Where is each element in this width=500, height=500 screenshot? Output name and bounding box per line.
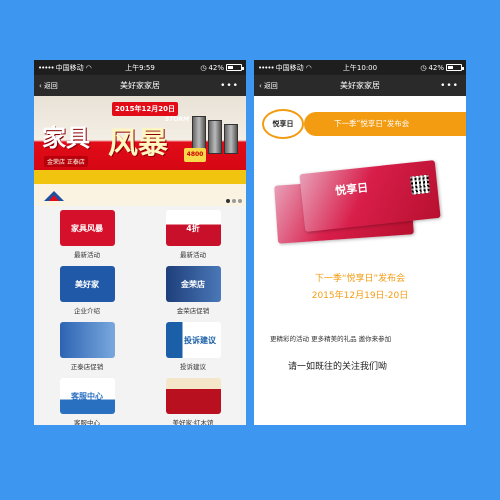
battery-icon bbox=[446, 64, 464, 71]
back-button[interactable]: ‹ 返回 bbox=[259, 75, 278, 96]
wifi-icon: ◠ bbox=[305, 63, 312, 72]
ticket-image: 悦享日 悦享日 bbox=[254, 153, 466, 263]
tile-thumbnail: 4折 bbox=[165, 210, 221, 246]
more-menu-button[interactable]: ••• bbox=[440, 75, 459, 96]
tile-thumbnail bbox=[165, 378, 221, 414]
banner-strip bbox=[34, 170, 246, 184]
tile-label: 最新活动 bbox=[180, 251, 206, 259]
tile-label: 最新活动 bbox=[74, 251, 100, 259]
pager-dot[interactable] bbox=[226, 199, 230, 203]
pager-dot[interactable] bbox=[238, 199, 242, 203]
menu-tile[interactable]: 家具风暴 最新活动 bbox=[34, 206, 140, 262]
menu-tile[interactable]: 美好家·红木馆 bbox=[140, 374, 246, 425]
event-tagline: 更精彩的活动 更多精美的礼品 邀你来参加 bbox=[270, 335, 392, 343]
tile-label: 投诉建议 bbox=[180, 363, 206, 371]
battery-percent: 42% bbox=[208, 63, 224, 72]
tile-label: 金荣店促销 bbox=[176, 307, 210, 315]
tile-thumbnail: 家具风暴 bbox=[59, 210, 115, 246]
tile-label: 客服中心 bbox=[74, 419, 100, 425]
brand-logo-icon bbox=[44, 191, 64, 201]
page-title: 美好家家居 bbox=[120, 81, 160, 90]
menu-grid: 家具风暴 最新活动 4折 最新活动 美好家 企业介绍 金荣店 金荣店促销 正泰店… bbox=[34, 206, 246, 425]
fridge-image bbox=[224, 124, 238, 154]
signal-icon: ••••• bbox=[38, 63, 55, 72]
alarm-icon: ◷ bbox=[200, 63, 207, 72]
carousel-pager[interactable] bbox=[226, 199, 242, 203]
battery-icon bbox=[226, 64, 244, 71]
pager-dot[interactable] bbox=[232, 199, 236, 203]
left-phone-screen: ••••• 中国移动 ◠ 上午9:59 ◷ 42% ‹ 返回 美好家家居 ••• 201… bbox=[34, 60, 246, 425]
menu-tile[interactable]: 金荣店 金荣店促销 bbox=[140, 262, 246, 318]
event-title: 下一季“悦享日”发布会 bbox=[314, 274, 406, 284]
ticket-card: 悦享日 bbox=[299, 160, 441, 232]
battery-percent: 42% bbox=[428, 63, 444, 72]
menu-tile[interactable]: 投诉建议 投诉建议 bbox=[140, 318, 246, 374]
tile-thumbnail: 客服中心 bbox=[59, 378, 115, 414]
menu-tile[interactable]: 美好家 企业介绍 bbox=[34, 262, 140, 318]
chevron-left-icon: ‹ bbox=[259, 81, 262, 90]
carrier-name: 中国移动 bbox=[275, 63, 304, 72]
promo-banner[interactable]: 2015年12月20日 STORM 家具 风暴 4800 金荣店 正泰店 bbox=[34, 96, 246, 206]
wifi-icon: ◠ bbox=[85, 63, 92, 72]
page-title: 美好家家居 bbox=[340, 81, 380, 90]
more-menu-button[interactable]: ••• bbox=[220, 75, 239, 96]
nav-bar: ‹ 返回 美好家家居 ••• bbox=[34, 75, 246, 96]
nav-bar: ‹ 返回 美好家家居 ••• bbox=[254, 75, 466, 96]
banner-date: 2015年12月20日 bbox=[112, 102, 178, 116]
menu-tile[interactable]: 客服中心 客服中心 bbox=[34, 374, 140, 425]
chevron-left-icon: ‹ bbox=[39, 81, 42, 90]
right-phone-screen: ••••• 中国移动 ◠ 上午10:00 ◷ 42% ‹ 返回 美好家家居 ••• 悦享… bbox=[254, 60, 466, 425]
menu-tile[interactable]: 4折 最新活动 bbox=[140, 206, 246, 262]
follow-text: 请一如既往的关注我们呦 bbox=[288, 362, 388, 372]
carrier-name: 中国移动 bbox=[55, 63, 84, 72]
tile-thumbnail: 金荣店 bbox=[165, 266, 221, 302]
banner-headline-1: 家具 bbox=[42, 123, 90, 152]
fridge-image bbox=[208, 120, 222, 154]
tile-thumbnail: 投诉建议 bbox=[165, 322, 221, 358]
event-badge: 悦享日 bbox=[262, 109, 304, 139]
menu-tile[interactable]: 正泰店促销 bbox=[34, 318, 140, 374]
banner-price: 4800 bbox=[184, 148, 206, 162]
tile-thumbnail bbox=[59, 322, 115, 358]
alarm-icon: ◷ bbox=[420, 63, 427, 72]
event-header-text: 下一季“悦享日”发布会 bbox=[304, 112, 466, 136]
status-bar: ••••• 中国移动 ◠ 上午10:00 ◷ 42% bbox=[254, 60, 466, 75]
banner-storm-text: STORM bbox=[165, 116, 190, 123]
tile-thumbnail: 美好家 bbox=[59, 266, 115, 302]
status-bar: ••••• 中国移动 ◠ 上午9:59 ◷ 42% bbox=[34, 60, 246, 75]
banner-headline-2: 风暴 bbox=[108, 126, 168, 161]
signal-icon: ••••• bbox=[258, 63, 275, 72]
tile-label: 企业介绍 bbox=[74, 307, 100, 315]
tile-label: 美好家·红木馆 bbox=[172, 419, 214, 425]
back-button[interactable]: ‹ 返回 bbox=[39, 75, 58, 96]
event-date: 2015年12月19日-20日 bbox=[311, 291, 409, 301]
event-header: 悦享日 下一季“悦享日”发布会 bbox=[254, 109, 466, 139]
tile-label: 正泰店促销 bbox=[70, 363, 104, 371]
banner-stores: 金荣店 正泰店 bbox=[44, 156, 88, 167]
